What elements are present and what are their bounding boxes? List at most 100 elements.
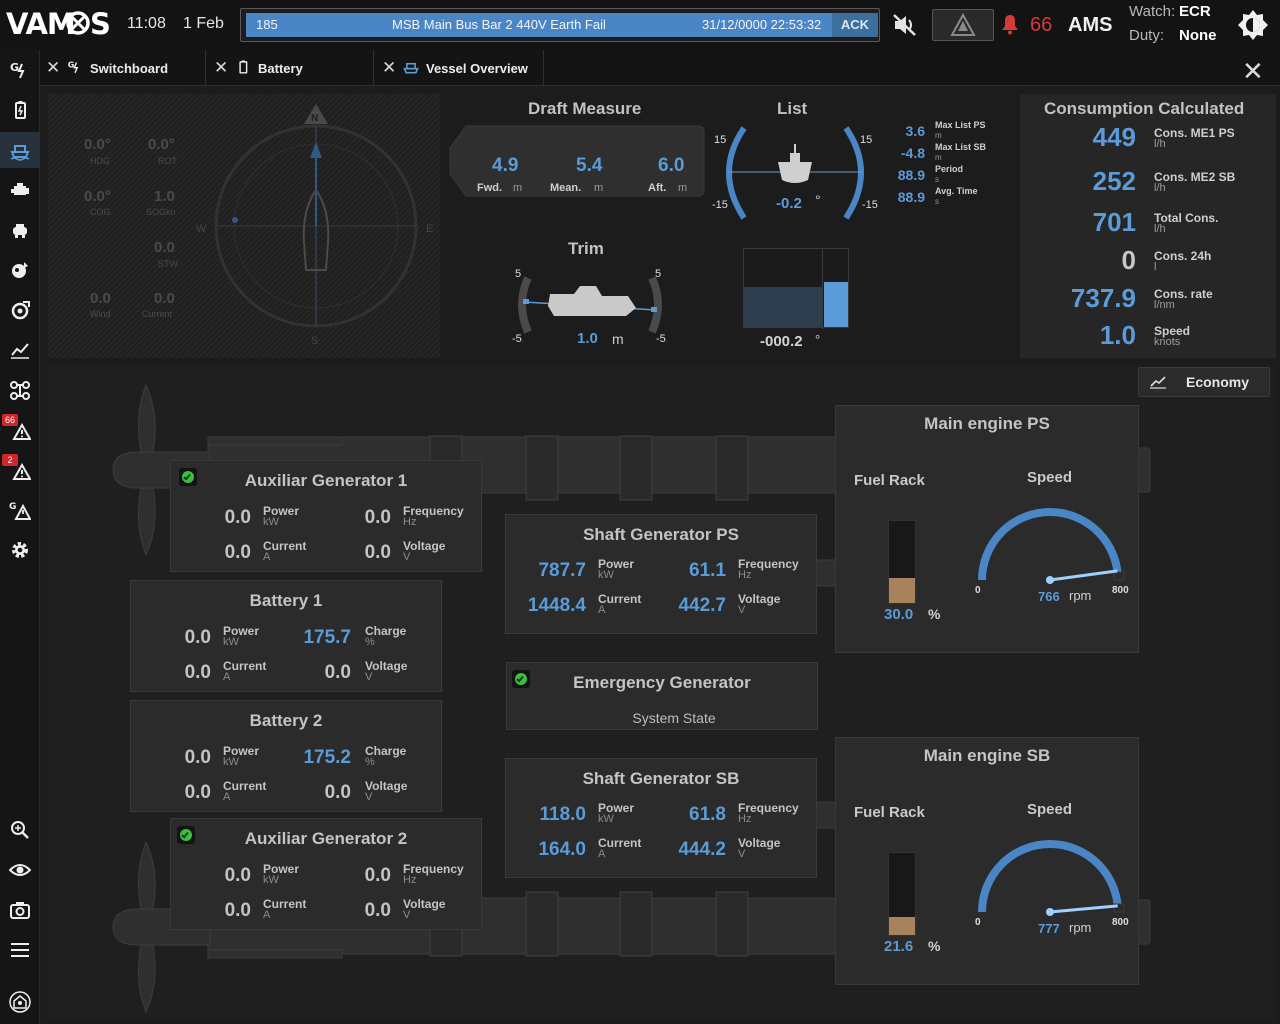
voltage-unit: V xyxy=(403,909,411,921)
duty-value[interactable]: None xyxy=(1179,27,1217,44)
close-tab-icon[interactable]: ✕ xyxy=(46,58,60,78)
tab-label: Vessel Overview xyxy=(426,60,528,76)
shaft-gen-ps-power: 787.7 xyxy=(538,560,586,581)
duty-label: Duty: xyxy=(1129,27,1165,44)
compass-rose: N E W S xyxy=(196,104,433,347)
battery-1-card[interactable]: Battery 1 0.0 Power kW 175.7 Charge % 0.… xyxy=(130,580,442,692)
list-value: -0.2 xyxy=(776,195,802,212)
sidebar-item-menu[interactable] xyxy=(0,932,40,968)
mute-button[interactable] xyxy=(886,9,924,41)
tab-bar: ✕ G Switchboard ✕ Battery ✕ Vessel Overv… xyxy=(40,50,1280,86)
main-engine-ps-card[interactable]: Main engine PS Fuel Rack 30.0 % Speed 0 … xyxy=(835,405,1139,653)
generator-alarm-icon: G xyxy=(9,502,31,520)
navigation-panel: 0.0° HDG 0.0° ROT 0.0° COG 1.0 SOGkn 0.0… xyxy=(48,94,440,358)
tab-vessel-overview[interactable]: ✕ Vessel Overview xyxy=(376,50,544,86)
generator-icon: G xyxy=(10,61,25,79)
shaft-generator-ps-card[interactable]: Shaft Generator PS 787.7 Power kW 61.1 F… xyxy=(505,514,817,634)
sidebar-item-user[interactable] xyxy=(0,984,40,1020)
aux-gen-2-frequency: 0.0 xyxy=(364,865,391,886)
battery-2-card[interactable]: Battery 2 0.0 Power kW 175.2 Charge % 0.… xyxy=(130,700,442,812)
hdg-value: 0.0° xyxy=(84,136,111,153)
sidebar-item-generator-alarm[interactable]: G xyxy=(0,492,40,528)
engine-icon xyxy=(11,183,29,195)
sidebar-item-view[interactable] xyxy=(0,852,40,888)
tank-level-bar xyxy=(824,282,848,327)
draft-mean-unit: m xyxy=(594,182,604,194)
aux-generator-1-card[interactable]: Auxiliar Generator 1 0.0 Power kW 0.0 Fr… xyxy=(170,460,482,572)
aux-gen-1-frequency: 0.0 xyxy=(364,507,391,528)
alarm-count[interactable]: 66 xyxy=(1030,14,1052,37)
sidebar-item-settings[interactable] xyxy=(0,532,40,568)
main-engine-sb-card[interactable]: Main engine SB Fuel Rack 21.6 % Speed 0 … xyxy=(835,737,1139,985)
sidebar-item-engine[interactable] xyxy=(0,172,40,208)
tab-switchboard[interactable]: ✕ G Switchboard xyxy=(40,50,206,86)
battery-2-title: Battery 2 xyxy=(249,711,323,730)
sidebar-item-zoom[interactable] xyxy=(0,812,40,848)
day-night-button[interactable] xyxy=(1236,8,1270,42)
alarm-warning-badge: 2 xyxy=(2,454,18,466)
hazard-button[interactable] xyxy=(932,9,994,41)
max-list-sb-unit: m xyxy=(935,153,942,162)
tank-value: -000.2 xyxy=(760,333,803,350)
vamos-logo: VAM S xyxy=(6,6,118,48)
sidebar-item-battery[interactable] xyxy=(0,92,40,128)
current-unit: A xyxy=(263,909,271,921)
speed-gauge xyxy=(978,508,1125,584)
svg-text:N: N xyxy=(311,113,318,124)
sidebar-item-pump[interactable] xyxy=(0,212,40,248)
speed-needle xyxy=(1049,569,1118,582)
sidebar-item-alarm-list[interactable]: 66 xyxy=(0,412,40,448)
max-list-sb-value: -4.8 xyxy=(900,145,925,161)
sidebar-item-fuel[interactable] xyxy=(0,252,40,288)
close-tab-icon[interactable]: ✕ xyxy=(214,58,228,78)
trim-gauge xyxy=(518,276,662,334)
sidebar-item-network[interactable] xyxy=(0,372,40,408)
sidebar-item-alarm-warning[interactable]: 2 xyxy=(0,452,40,488)
watch-value[interactable]: ECR xyxy=(1179,3,1211,20)
battery-2-voltage: 0.0 xyxy=(324,782,351,803)
pump-icon xyxy=(13,224,27,238)
svg-text:G: G xyxy=(10,61,19,74)
shaft-gen-ps-current: 1448.4 xyxy=(527,595,586,616)
cons-total-unit: l/h xyxy=(1154,223,1166,235)
fuel-rack-bar xyxy=(888,852,916,936)
draft-aft-unit: m xyxy=(678,182,688,194)
shaft-generator-sb-card[interactable]: Shaft Generator SB 118.0 Power kW 61.8 F… xyxy=(505,758,817,878)
frequency-unit: Hz xyxy=(403,516,417,528)
charge-unit: % xyxy=(365,756,375,768)
charge-unit: % xyxy=(365,636,375,648)
emergency-generator-card[interactable]: Emergency Generator System State xyxy=(506,662,818,730)
sidebar-item-camera[interactable] xyxy=(0,892,40,928)
sidebar-item-generator[interactable]: G xyxy=(0,52,40,88)
sidebar-item-vessel[interactable] xyxy=(0,132,40,168)
close-all-icon[interactable]: ✕ xyxy=(1242,58,1264,84)
draft-fwd-value: 4.9 xyxy=(492,155,519,176)
bell-icon[interactable] xyxy=(998,12,1022,36)
cons-24h-name: Cons. 24h xyxy=(1154,249,1212,263)
close-tab-icon[interactable]: ✕ xyxy=(382,58,396,78)
aux-generator-2-card[interactable]: Auxiliar Generator 2 0.0 Power kW 0.0 Fr… xyxy=(170,818,482,930)
svg-text:VAM: VAM xyxy=(6,7,75,40)
battery-2-charge: 175.2 xyxy=(303,747,351,768)
fuel-rack-unit: % xyxy=(928,938,941,954)
battery-2-power: 0.0 xyxy=(184,747,211,768)
tab-label: Switchboard xyxy=(90,60,169,76)
consumption-panel: Consumption Calculated 449 Cons. ME1 PS … xyxy=(1020,94,1276,358)
sidebar-item-trends[interactable] xyxy=(0,332,40,368)
ack-button[interactable]: ACK xyxy=(832,13,878,37)
avg-time-unit: s xyxy=(935,197,939,206)
current-unit: A xyxy=(598,848,606,860)
sidebar-item-thruster[interactable] xyxy=(0,292,40,328)
cons-speed-value: 1.0 xyxy=(1099,320,1136,350)
frequency-unit: Hz xyxy=(403,874,417,886)
hazard-icon xyxy=(950,12,976,36)
stw-value: 0.0 xyxy=(154,239,175,256)
fuel-rack-value: 30.0 xyxy=(884,606,914,623)
tab-battery[interactable]: ✕ Battery xyxy=(208,50,374,86)
shaft-gen-ps-voltage: 442.7 xyxy=(678,595,726,616)
speed-label: Speed xyxy=(1027,469,1073,486)
avg-time-value: 88.9 xyxy=(897,189,925,205)
clock-date: 1 Feb xyxy=(183,15,224,32)
trim-title: Trim xyxy=(568,239,604,258)
speed-needle xyxy=(1049,904,1118,914)
